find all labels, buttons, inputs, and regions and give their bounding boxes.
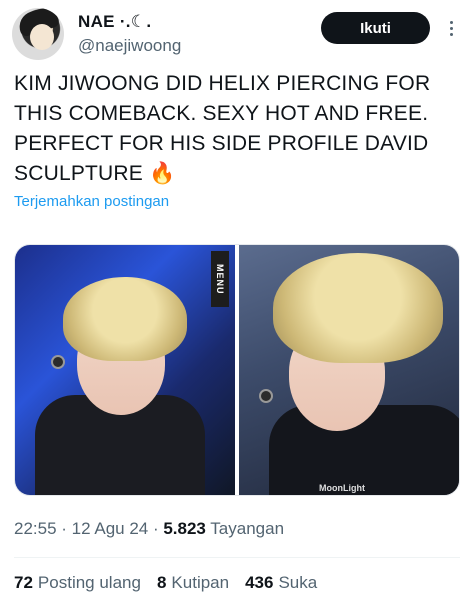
engagement-stats: 72 Posting ulang 8 Kutipan 436 Suka — [14, 573, 317, 593]
display-name[interactable]: NAE ·.☾. — [78, 12, 151, 32]
views-count: 5.823 — [163, 519, 206, 538]
microphone-icon — [51, 355, 65, 369]
media-gallery: MENU MoonLight — [14, 244, 460, 496]
avatar-face — [30, 24, 54, 50]
reposts-stat[interactable]: 72 Posting ulang — [14, 573, 141, 593]
meta-separator: · — [56, 519, 72, 538]
quotes-stat[interactable]: 8 Kutipan — [157, 573, 229, 593]
tweet-date[interactable]: 12 Agu 24 — [72, 519, 149, 538]
follow-button[interactable]: Ikuti — [321, 12, 430, 44]
more-options-icon[interactable] — [441, 16, 461, 40]
reposts-count: 72 — [14, 573, 33, 592]
sign-label: MENU — [211, 251, 229, 307]
meta-separator: · — [148, 519, 164, 538]
tweet-text: KIM JIWOONG DID HELIX PIERCING FOR THIS … — [14, 72, 431, 185]
tweet-detail: NAE ·.☾. @naejiwoong Ikuti KIM JIWOONG D… — [0, 0, 474, 610]
tweet-time[interactable]: 22:55 — [14, 519, 57, 538]
photo-1[interactable]: MENU — [15, 245, 235, 495]
likes-stat[interactable]: 436 Suka — [245, 573, 317, 593]
reposts-label: Posting ulang — [37, 573, 141, 592]
likes-count: 436 — [245, 573, 274, 592]
translate-post-link[interactable]: Terjemahkan postingan — [14, 193, 169, 210]
photo-2-hair — [273, 253, 443, 363]
user-handle[interactable]: @naejiwoong — [78, 36, 181, 56]
tweet-meta: 22:55 · 12 Agu 24 · 5.823 Tayangan — [14, 519, 284, 539]
quotes-count: 8 — [156, 573, 167, 592]
photo-watermark: MoonLight — [319, 483, 365, 493]
microphone-icon — [259, 389, 273, 403]
quotes-label: Kutipan — [171, 573, 230, 592]
views-label: Tayangan — [205, 519, 285, 538]
photo-2[interactable]: MoonLight — [239, 245, 459, 495]
photo-1-hair — [63, 277, 187, 361]
likes-label: Suka — [278, 573, 318, 592]
avatar[interactable] — [12, 8, 64, 60]
divider — [14, 557, 460, 558]
